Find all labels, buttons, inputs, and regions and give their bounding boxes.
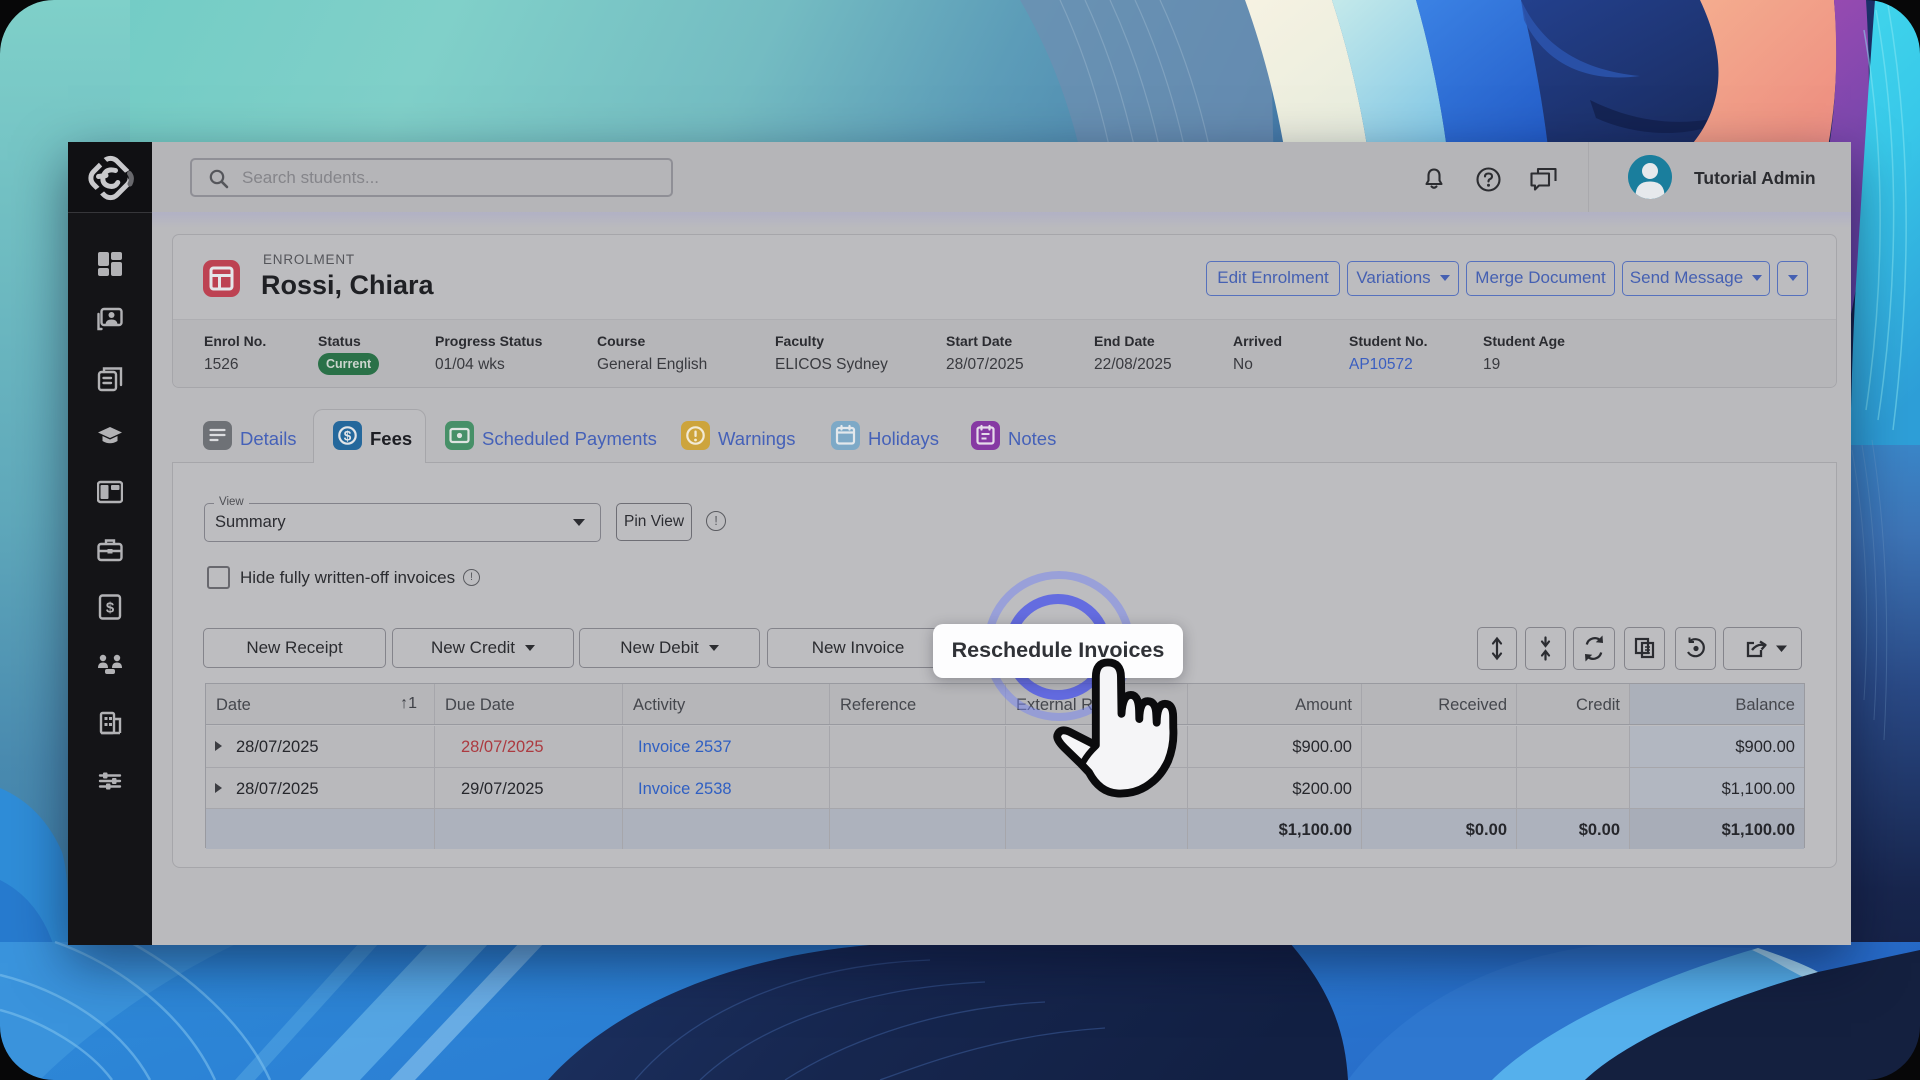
svg-text:$: $ <box>106 600 115 617</box>
svg-text:$: $ <box>344 429 352 444</box>
